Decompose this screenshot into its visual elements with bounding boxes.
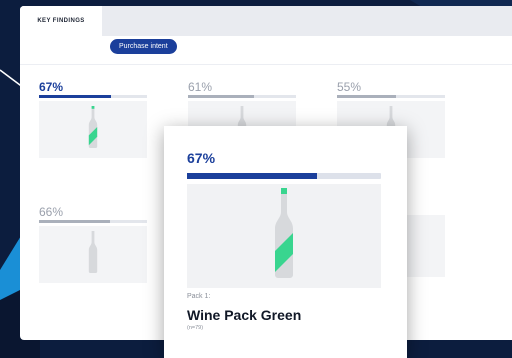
result-card[interactable]: 67% (39, 80, 147, 158)
detail-progress-track (187, 173, 381, 179)
card-percent: 66% (39, 205, 64, 219)
detail-progress-fill (187, 173, 317, 179)
wine-bottle-icon (275, 188, 293, 278)
pack-image (39, 226, 147, 283)
card-progress-fill (337, 95, 397, 98)
wine-bottle-icon (88, 231, 98, 273)
divider (20, 64, 512, 65)
pack-name: Wine Pack Green (187, 307, 302, 323)
card-progress-track (39, 95, 147, 98)
sample-size: (n=79) (187, 325, 204, 331)
card-progress-track (39, 220, 147, 223)
card-percent: 61% (188, 80, 213, 94)
card-progress-track (337, 95, 445, 98)
tab-key-findings[interactable]: KEY FINDINGS (20, 6, 102, 36)
purchase-intent-filter[interactable]: Purchase intent (110, 39, 177, 54)
detail-pack-image (187, 184, 381, 288)
card-percent: 67% (39, 80, 64, 94)
card-progress-fill (39, 220, 111, 223)
card-progress-fill (188, 95, 254, 98)
result-card[interactable]: 66% (39, 205, 147, 283)
pack-label: Pack 1: (187, 293, 211, 300)
card-percent: 55% (337, 80, 362, 94)
tab-bar: KEY FINDINGS (20, 6, 512, 36)
card-progress-fill (39, 95, 112, 98)
detail-percent: 67% (187, 150, 216, 166)
pack-detail-card[interactable]: 67% Pack 1: Wine Pack Green (n=79) (164, 126, 407, 358)
wine-bottle-icon (88, 106, 98, 148)
pack-image (39, 101, 147, 158)
card-progress-track (188, 95, 296, 98)
